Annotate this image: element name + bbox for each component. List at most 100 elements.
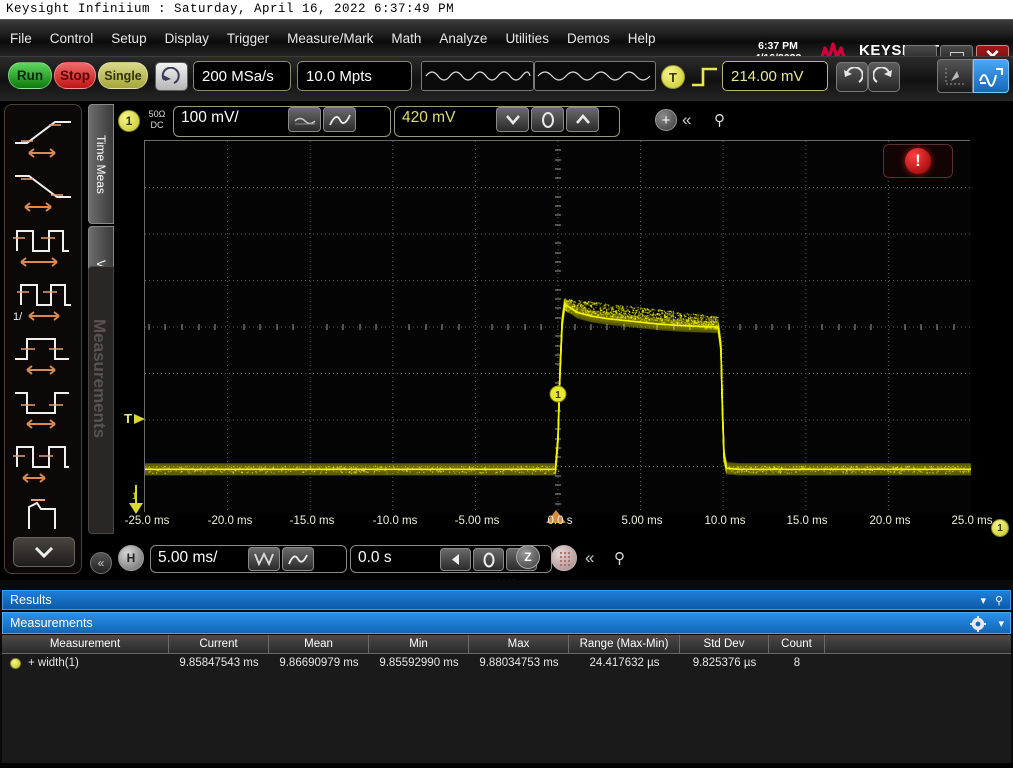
waveform-preview-right[interactable] bbox=[534, 61, 656, 91]
waveform-display-area: 1 ! T 1 820 mV 720 mV 620 mV 520 mV 420 bbox=[118, 140, 1012, 515]
negative-width-measurement-icon[interactable] bbox=[8, 381, 78, 433]
trigger-level-marker[interactable]: T bbox=[124, 411, 147, 426]
column-header-min[interactable]: Min bbox=[369, 635, 469, 653]
sample-rate-field[interactable]: 200 MSa/s bbox=[193, 61, 291, 91]
vlabel-7: 120 mV bbox=[986, 460, 1013, 475]
chevron-down-icon[interactable] bbox=[496, 107, 529, 132]
cell-measurement-label: + width(1) bbox=[28, 657, 79, 669]
roll-dots bbox=[556, 550, 574, 568]
vlabel-6: 220 mV bbox=[986, 414, 1013, 429]
column-header-measurement[interactable]: Measurement bbox=[2, 635, 169, 653]
plus-icon[interactable]: + bbox=[655, 109, 677, 131]
column-header-count[interactable]: Count bbox=[769, 635, 825, 653]
horizontal-scale-value[interactable]: 5.00 ms/ bbox=[158, 549, 217, 567]
graticule[interactable]: 1 ! bbox=[144, 140, 970, 512]
memory-depth-field[interactable]: 10.0 Mpts bbox=[297, 61, 412, 91]
pin-icon[interactable]: ⚲ bbox=[995, 594, 1003, 607]
measurements-table: Measurement Current Mean Min Max Range (… bbox=[2, 635, 1011, 672]
tab-time-meas[interactable]: Time Meas bbox=[88, 104, 114, 224]
redo-icon[interactable] bbox=[868, 62, 900, 92]
menu-item-utilities[interactable]: Utilities bbox=[503, 29, 551, 48]
tlabel-0: -25.0 ms bbox=[112, 515, 182, 527]
sample-rate-value: 200 MSa/s bbox=[202, 68, 274, 85]
horizontal-sine-icon[interactable] bbox=[282, 547, 314, 571]
menu-item-control[interactable]: Control bbox=[48, 29, 96, 48]
menu-item-display[interactable]: Display bbox=[163, 29, 211, 48]
menu-item-trigger[interactable]: Trigger bbox=[225, 29, 271, 48]
column-header-range[interactable]: Range (Max-Min) bbox=[569, 635, 680, 653]
menu-bar: File Control Setup Display Trigger Measu… bbox=[0, 19, 1013, 56]
double-chevron-left-icon[interactable]: « bbox=[585, 548, 594, 568]
positive-width-measurement-icon[interactable] bbox=[8, 327, 78, 379]
bandwidth-limit-icon[interactable] bbox=[288, 107, 321, 132]
chevron-down-icon[interactable]: ▾ bbox=[980, 594, 986, 607]
period-measurement-icon[interactable] bbox=[8, 219, 78, 271]
column-header-mean[interactable]: Mean bbox=[269, 635, 369, 653]
svg-text:1/: 1/ bbox=[13, 311, 23, 323]
table-row[interactable]: + width(1) 9.85847543 ms 9.86690979 ms 9… bbox=[2, 654, 1011, 672]
vlabel-4: 420 mV bbox=[986, 321, 1013, 336]
graticule-svg: 1 bbox=[145, 141, 971, 513]
double-chevron-left-icon[interactable]: « bbox=[90, 552, 112, 574]
vlabel-3: 520 mV bbox=[986, 274, 1013, 289]
time-axis-labels: -25.0 ms -20.0 ms -15.0 ms -10.0 ms -5.0… bbox=[118, 515, 1012, 537]
channel-scale-value[interactable]: 100 mV/ bbox=[181, 109, 239, 127]
error-alert-icon[interactable]: ! bbox=[883, 144, 953, 178]
marker-tool-icon[interactable] bbox=[937, 59, 973, 93]
channel-offset-value[interactable]: 420 mV bbox=[402, 109, 455, 127]
column-header-std-dev[interactable]: Std Dev bbox=[680, 635, 769, 653]
single-button[interactable]: Single bbox=[98, 62, 148, 89]
results-panel-title: Results bbox=[10, 593, 52, 607]
section-menu-chevron-down-icon[interactable]: ▾ bbox=[998, 617, 1004, 630]
sine-wave-icon bbox=[424, 65, 532, 87]
trigger-arrow-icon bbox=[133, 412, 147, 426]
bottom-edge bbox=[0, 763, 1013, 768]
column-header-max[interactable]: Max bbox=[469, 635, 569, 653]
zero-offset-icon[interactable] bbox=[531, 107, 564, 132]
trigger-marker-label: T bbox=[124, 411, 132, 426]
horizontal-badge[interactable]: H bbox=[118, 545, 144, 571]
stop-button[interactable]: Stop bbox=[54, 62, 96, 89]
rising-edge-icon[interactable] bbox=[690, 63, 720, 91]
svg-text:1: 1 bbox=[555, 390, 561, 401]
menu-item-measure-mark[interactable]: Measure/Mark bbox=[285, 29, 375, 48]
waveform-preview-left[interactable] bbox=[421, 61, 534, 91]
channel-1-reference-badge[interactable]: 1 bbox=[991, 519, 1009, 537]
rise-time-measurement-icon[interactable] bbox=[8, 111, 78, 163]
menu-item-file[interactable]: File bbox=[8, 29, 34, 48]
chevron-down-icon[interactable] bbox=[13, 537, 75, 567]
tlabel-8: 15.0 ms bbox=[772, 515, 842, 527]
pin-icon[interactable]: ⚲ bbox=[714, 111, 725, 129]
frequency-measurement-icon[interactable]: 1/ bbox=[8, 273, 78, 325]
double-chevron-left-icon[interactable]: « bbox=[682, 110, 691, 130]
menu-item-demos[interactable]: Demos bbox=[565, 29, 612, 48]
autoscale-icon[interactable] bbox=[973, 59, 1009, 93]
roll-mode-icon[interactable] bbox=[551, 545, 577, 571]
ac-coupling-icon[interactable] bbox=[323, 107, 356, 132]
clear-display-icon[interactable] bbox=[155, 62, 188, 91]
fall-time-measurement-icon[interactable] bbox=[8, 165, 78, 217]
horizontal-zoom-icon[interactable] bbox=[248, 547, 280, 571]
duty-cycle-measurement-icon[interactable] bbox=[8, 435, 78, 487]
undo-icon[interactable] bbox=[836, 62, 868, 92]
tlabel-2: -15.0 ms bbox=[277, 515, 347, 527]
overshoot-measurement-icon[interactable] bbox=[8, 489, 78, 541]
trigger-level-field[interactable]: 214.00 mV bbox=[722, 61, 828, 91]
measurement-icon-rail: 1/ bbox=[4, 104, 82, 574]
cell-std-dev: 9.825376 µs bbox=[680, 654, 769, 672]
menu-item-setup[interactable]: Setup bbox=[109, 29, 148, 48]
menu-item-analyze[interactable]: Analyze bbox=[437, 29, 489, 48]
zero-position-icon[interactable] bbox=[473, 548, 504, 571]
chevron-up-icon[interactable] bbox=[566, 107, 599, 132]
trigger-badge[interactable]: T bbox=[661, 65, 685, 89]
column-header-current[interactable]: Current bbox=[169, 635, 269, 653]
chevron-left-icon[interactable] bbox=[440, 548, 471, 571]
run-button[interactable]: Run bbox=[8, 62, 52, 89]
menu-item-math[interactable]: Math bbox=[389, 29, 423, 48]
pin-icon[interactable]: ⚲ bbox=[614, 549, 625, 567]
gear-icon[interactable] bbox=[970, 616, 986, 632]
zoom-badge[interactable]: Z bbox=[516, 545, 540, 569]
horizontal-position-value[interactable]: 0.0 s bbox=[358, 549, 392, 567]
channel-1-badge[interactable]: 1 bbox=[118, 110, 140, 132]
menu-item-help[interactable]: Help bbox=[626, 29, 658, 48]
